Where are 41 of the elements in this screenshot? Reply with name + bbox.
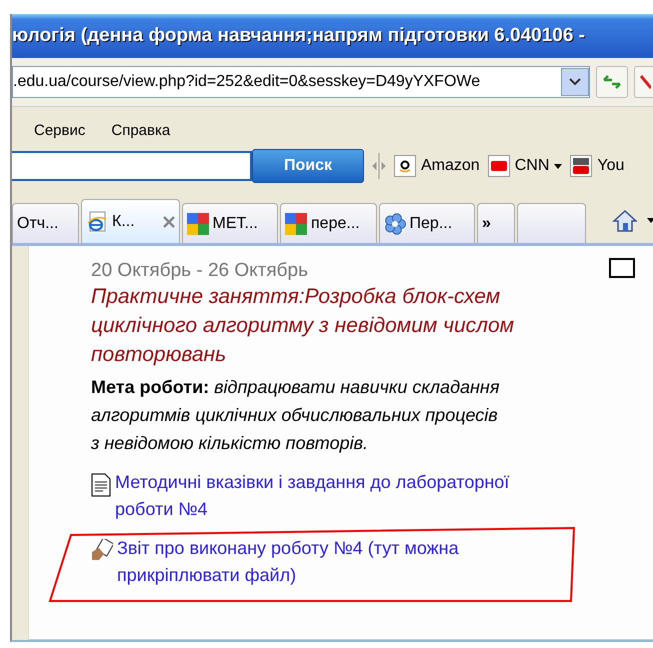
goal-text: Мета роботи: відпрацювати навички складання алгоритмів циклічних обчислювальних процесів з невідомою кількістю повторів.	[91, 376, 500, 455]
resource-link[interactable]: Звіт про виконану роботу №4 (тут можна прикріплювати файл)	[117, 535, 541, 589]
stop-button[interactable]	[634, 66, 653, 98]
close-icon[interactable]	[162, 216, 174, 228]
video-icon	[570, 155, 592, 177]
browser-tab[interactable]: К...	[81, 199, 180, 243]
amazon-icon	[394, 155, 416, 177]
browser-tab[interactable]: »	[477, 203, 515, 243]
toolbar-grip-icon[interactable]	[372, 153, 386, 179]
refresh-icon	[602, 73, 622, 91]
caret-icon[interactable]	[647, 218, 653, 223]
bookmark-link[interactable]: Amazon	[394, 155, 480, 177]
stop-icon	[639, 74, 651, 90]
search-button[interactable]: Поиск	[252, 149, 364, 183]
hand-paper-icon	[91, 539, 113, 561]
document-icon	[91, 473, 111, 497]
checkbox[interactable]	[609, 258, 635, 278]
logo-icon	[285, 212, 308, 234]
topic-title: Практичне заняття:Розробка блок-схем циклічного алгоритму з невідомим числом повторювань	[91, 284, 516, 368]
browser-tab[interactable]: Пер...	[378, 203, 476, 243]
flower-icon	[384, 212, 406, 234]
refresh-button[interactable]	[596, 66, 628, 98]
window-title: юлогія (денна форма навчання;напрям підготовки 6.040106 -	[12, 14, 653, 58]
dropdown-button[interactable]	[561, 68, 589, 96]
browser-tab[interactable]: пере...	[280, 203, 377, 243]
search-field[interactable]	[12, 151, 252, 181]
caret-icon	[554, 164, 562, 168]
browser-icon	[86, 210, 108, 232]
resource-link[interactable]: Методичні вказівки і завдання до лабораторної роботи №4	[115, 469, 541, 523]
menu-item[interactable]: Справка	[111, 122, 170, 138]
news-icon	[488, 155, 510, 177]
week-dates: 20 Октябрь - 26 Октябрь	[91, 260, 308, 282]
browser-tab[interactable]: Отч...	[12, 203, 80, 243]
address-field[interactable]: .edu.ua/course/view.php?id=252&edit=0&sesskey=D49yYXFOWe	[12, 66, 590, 98]
bookmark-link[interactable]: CNN	[488, 155, 562, 177]
bookmark-link[interactable]: You	[570, 155, 624, 177]
home-icon[interactable]	[612, 209, 638, 233]
logo-icon	[186, 212, 208, 234]
caret-icon	[569, 78, 581, 86]
browser-tab[interactable]: МЕТ...	[182, 203, 278, 243]
menu-item[interactable]: Сервис	[34, 122, 86, 138]
